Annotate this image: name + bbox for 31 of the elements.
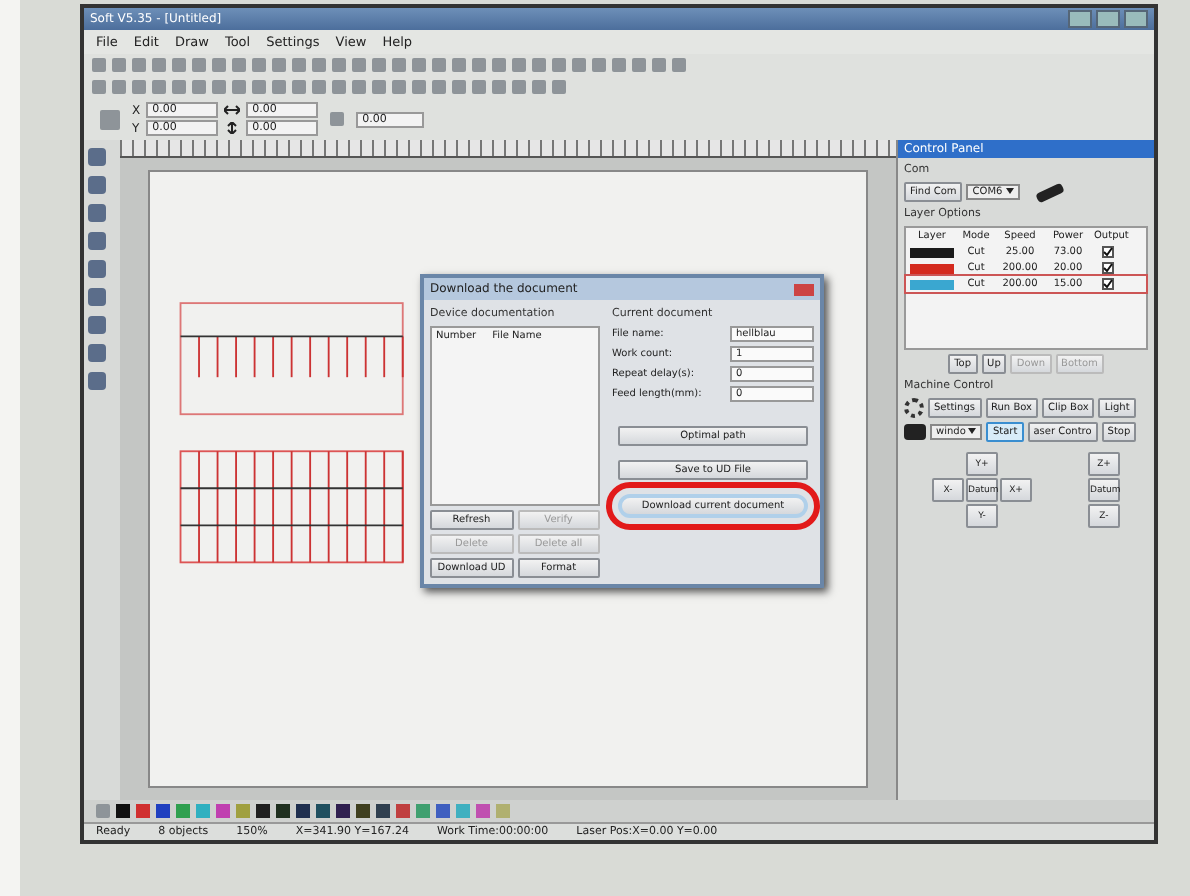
lock-icon[interactable] — [330, 112, 345, 126]
palette-swatch[interactable] — [496, 804, 510, 818]
palette-swatch[interactable] — [356, 804, 370, 818]
palette-swatch[interactable] — [136, 804, 150, 818]
output-checkbox[interactable] — [1102, 262, 1114, 274]
palette-swatch[interactable] — [336, 804, 350, 818]
height-icon — [224, 122, 241, 134]
palette-swatch[interactable] — [216, 804, 230, 818]
palette-swatch[interactable] — [156, 804, 170, 818]
palette-swatch[interactable] — [276, 804, 290, 818]
palette-swatch[interactable] — [316, 804, 330, 818]
palette-swatch[interactable] — [296, 804, 310, 818]
palette-swatch[interactable] — [256, 804, 270, 818]
machine-icon — [904, 424, 926, 440]
palette-swatch[interactable] — [376, 804, 390, 818]
output-checkbox[interactable] — [1102, 278, 1114, 290]
gear-icon — [904, 398, 924, 418]
width-icon — [224, 104, 241, 116]
palette-swatch[interactable] — [176, 804, 190, 818]
palette-icon — [96, 804, 110, 818]
palette-swatch[interactable] — [116, 804, 130, 818]
palette-swatch[interactable] — [456, 804, 470, 818]
palette-swatch[interactable] — [196, 804, 210, 818]
output-checkbox[interactable] — [1102, 246, 1114, 258]
palette-swatch[interactable] — [436, 804, 450, 818]
palette-swatch[interactable] — [416, 804, 430, 818]
pen-icon — [1034, 181, 1065, 203]
palette-swatch[interactable] — [236, 804, 250, 818]
palette-swatch[interactable] — [396, 804, 410, 818]
position-icon[interactable] — [100, 109, 120, 129]
palette-swatch[interactable] — [476, 804, 490, 818]
